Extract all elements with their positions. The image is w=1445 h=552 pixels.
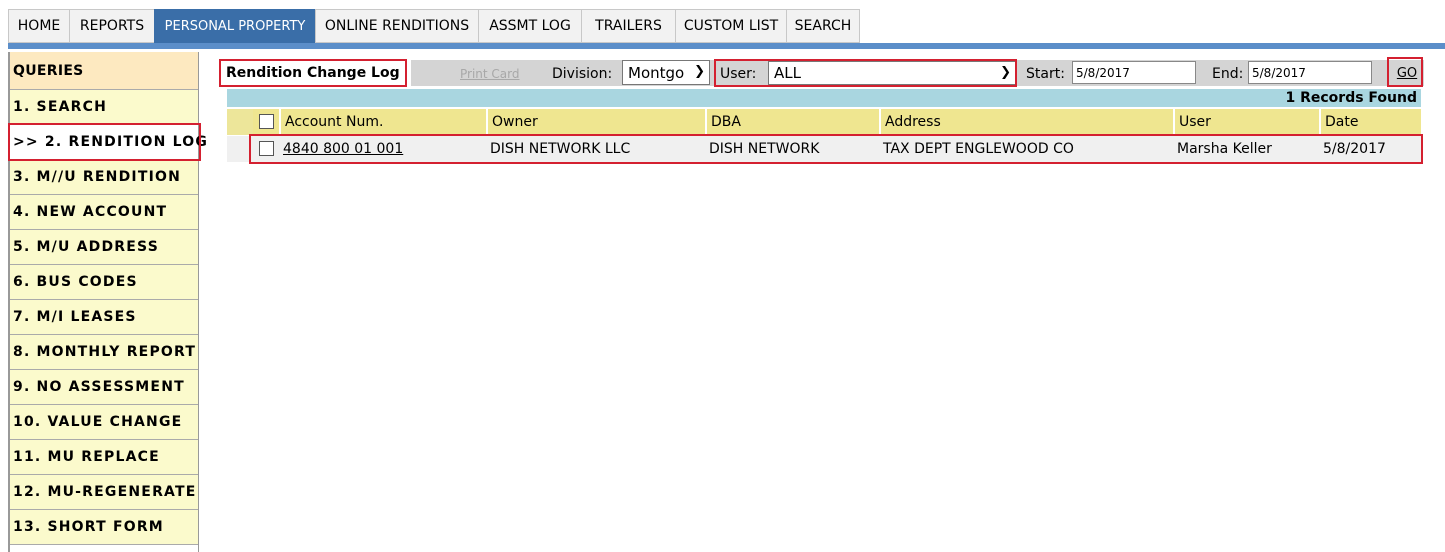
row-checkbox[interactable] (259, 141, 274, 156)
sidebar-item-bus-codes[interactable]: 6. BUS CODES (10, 265, 198, 300)
division-select[interactable]: Montgo ❯ (622, 60, 710, 85)
division-value: Montgo (628, 63, 685, 82)
dba-cell: DISH NETWORK (709, 141, 820, 157)
user-select[interactable]: ALL ❯ (768, 61, 1016, 85)
col-user[interactable]: User (1173, 109, 1319, 135)
col-dba[interactable]: DBA (705, 109, 879, 135)
start-date-input[interactable]: 5/8/2017 (1072, 61, 1196, 84)
tab-search[interactable]: SEARCH (786, 9, 860, 43)
print-card-link[interactable]: Print Card (460, 67, 520, 81)
start-label: Start: (1026, 66, 1065, 82)
end-date-input[interactable]: 5/8/2017 (1248, 61, 1372, 84)
tab-online-renditions[interactable]: ONLINE RENDITIONS (315, 9, 478, 43)
go-button[interactable]: GO (1390, 59, 1424, 87)
address-cell: TAX DEPT ENGLEWOOD CO (883, 141, 1074, 157)
chevron-down-icon: ❯ (694, 64, 705, 79)
sidebar-item-short-form[interactable]: 13. SHORT FORM (10, 510, 198, 545)
tab-personal-property[interactable]: PERSONAL PROPERTY (154, 9, 315, 43)
page-title: Rendition Change Log (220, 59, 407, 87)
sidebar-item-new-account[interactable]: 4. NEW ACCOUNT (10, 195, 198, 230)
col-address[interactable]: Address (879, 109, 1173, 135)
account-num-text[interactable]: 4840 800 01 001 (283, 141, 403, 157)
nav-underline (8, 43, 1445, 49)
division-label: Division: (552, 66, 613, 82)
user-value: ALL (774, 64, 801, 82)
queries-sidebar: QUERIES 1. SEARCH >> 2. RENDITION LOG 3.… (8, 52, 207, 552)
sidebar-item-monthly-report[interactable]: 8. MONTHLY REPORT (10, 335, 198, 370)
sidebar-item-mi-leases[interactable]: 7. M/I LEASES (10, 300, 198, 335)
chevron-down-icon: ❯ (1000, 65, 1011, 80)
sidebar-item-mu-regenerate[interactable]: 12. MU-REGENERATE (10, 475, 198, 510)
tab-trailers[interactable]: TRAILERS (581, 9, 675, 43)
col-owner[interactable]: Owner (486, 109, 705, 135)
tab-reports[interactable]: REPORTS (69, 9, 154, 43)
sidebar-item-rendition-log[interactable]: >> 2. RENDITION LOG (10, 125, 207, 160)
sidebar-item-search[interactable]: 1. SEARCH (10, 90, 198, 125)
sidebar-item-no-assessment[interactable]: 9. NO ASSESSMENT (10, 370, 198, 405)
date-cell: 5/8/2017 (1323, 141, 1386, 157)
select-all-checkbox[interactable] (259, 114, 274, 129)
table-row: 4840 800 01 001 DISH NETWORK LLC DISH NE… (227, 136, 1421, 162)
records-found-bar: 1 Records Found (227, 89, 1421, 107)
filter-toolbar: Rendition Change Log Print Card Division… (220, 59, 1424, 87)
end-label: End: (1212, 66, 1244, 82)
records-count: 1 Records Found (1285, 90, 1417, 106)
tab-assmt-log[interactable]: ASSMT LOG (478, 9, 581, 43)
sidebar-header: QUERIES (10, 52, 198, 90)
col-account-num[interactable]: Account Num. (279, 109, 486, 135)
sidebar-item-value-change[interactable]: 10. VALUE CHANGE (10, 405, 198, 440)
sidebar-item-mu-rendition[interactable]: 3. M//U RENDITION (10, 160, 198, 195)
owner-cell: DISH NETWORK LLC (490, 141, 631, 157)
user-cell: Marsha Keller (1177, 141, 1272, 157)
account-num-link[interactable]: 4840 800 01 001 (279, 136, 486, 162)
sidebar-item-mu-replace[interactable]: 11. MU REPLACE (10, 440, 198, 475)
user-label: User: (720, 66, 757, 82)
select-all-cell (253, 109, 279, 135)
table-header-row: Account Num. Owner DBA Address User Date (227, 109, 1421, 135)
top-nav: HOME REPORTS PERSONAL PROPERTY ONLINE RE… (8, 9, 860, 43)
col-date[interactable]: Date (1319, 109, 1421, 135)
tab-custom-list[interactable]: CUSTOM LIST (675, 9, 786, 43)
tab-home[interactable]: HOME (8, 9, 69, 43)
sidebar-item-mu-address[interactable]: 5. M/U ADDRESS (10, 230, 198, 265)
